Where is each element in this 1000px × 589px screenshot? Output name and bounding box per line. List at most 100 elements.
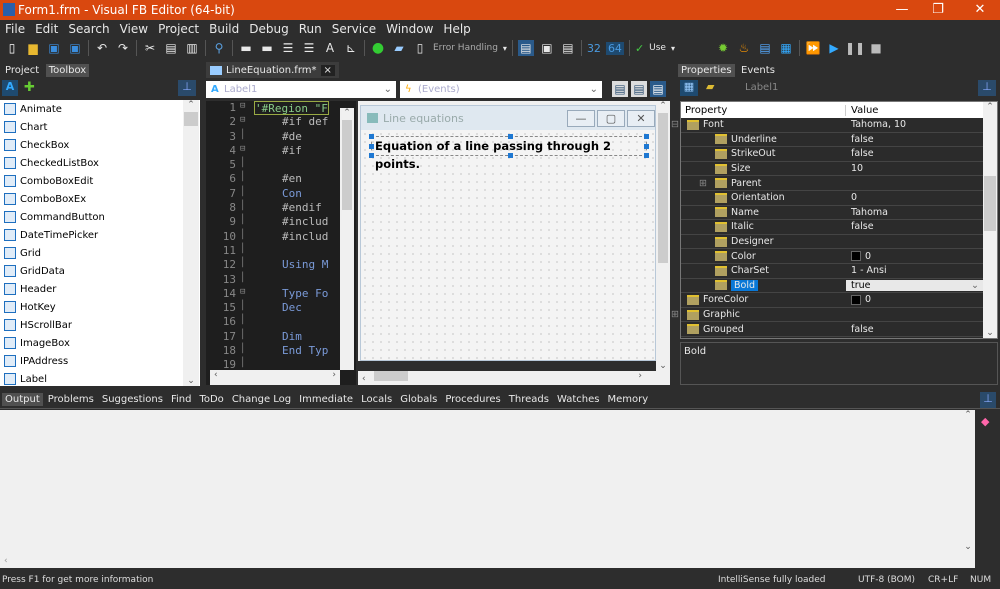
form-close-button[interactable]: ✕ bbox=[627, 110, 655, 127]
property-value-cell[interactable]: false bbox=[846, 324, 983, 335]
output-hscroll[interactable]: ‹ bbox=[4, 556, 8, 566]
property-grid[interactable]: Property Value ⊟ Font Tahoma, 10 Underline f… bbox=[671, 101, 998, 339]
form-icon[interactable]: ▤ bbox=[560, 40, 576, 56]
property-value-cell[interactable]: false bbox=[846, 148, 983, 159]
fold-marker[interactable]: ⊟ bbox=[240, 115, 254, 129]
run-icon[interactable]: ▶ bbox=[826, 40, 842, 56]
designer-hscroll[interactable]: ‹ › bbox=[358, 371, 656, 385]
toolbox-scrollbar[interactable]: ⌃ ⌄ bbox=[183, 100, 199, 386]
menu-project[interactable]: Project bbox=[153, 22, 204, 36]
puzzle-icon[interactable]: ✚ bbox=[24, 80, 35, 95]
gui-icon[interactable]: ▤ bbox=[517, 40, 534, 56]
menu-search[interactable]: Search bbox=[63, 22, 114, 36]
toolbox-item[interactable]: Chart bbox=[0, 118, 200, 136]
code-vscroll[interactable]: ⌃ bbox=[340, 108, 354, 370]
64-bit-button[interactable]: 64 bbox=[605, 41, 624, 55]
events-combo[interactable]: ϟ (Events) ⌄ bbox=[400, 81, 602, 98]
fold-marker[interactable]: ⊟ bbox=[240, 144, 254, 158]
toolbox-item[interactable]: Grid bbox=[0, 244, 200, 262]
tab-properties[interactable]: Properties bbox=[678, 64, 735, 77]
dropdown-arrow-icon[interactable]: ⌄ bbox=[971, 280, 979, 291]
format-icon[interactable]: A bbox=[322, 40, 338, 56]
expand-icon[interactable]: ⊞ bbox=[671, 309, 687, 320]
find-icon[interactable]: ⚲ bbox=[211, 40, 227, 56]
suggestions-icon[interactable]: ▰ bbox=[391, 40, 407, 56]
property-row-font[interactable]: ⊟ Font Tahoma, 10 bbox=[671, 118, 983, 133]
tab-project[interactable]: Project bbox=[2, 64, 42, 77]
form-maximize-button[interactable]: ▢ bbox=[597, 110, 625, 127]
syntax-check-icon[interactable]: ● bbox=[370, 40, 386, 56]
designer-vscroll[interactable]: ⌃ ⌄ bbox=[656, 101, 670, 371]
copy-icon[interactable]: ▤ bbox=[163, 40, 179, 56]
toolbox-item[interactable]: CheckedListBox bbox=[0, 154, 200, 172]
menu-debug[interactable]: Debug bbox=[244, 22, 293, 36]
property-value-cell[interactable]: 1 - Ansi bbox=[846, 265, 983, 276]
property-row-orientation[interactable]: Orientation 0 bbox=[681, 191, 983, 206]
form-view-icon[interactable]: ▤ bbox=[650, 81, 666, 97]
build-icon[interactable]: ▦ bbox=[778, 40, 794, 56]
property-row-strikeout[interactable]: StrikeOut false bbox=[681, 147, 983, 162]
new-file-icon[interactable]: ▯ bbox=[4, 40, 20, 56]
property-value-cell[interactable]: true ⌄ bbox=[846, 279, 983, 291]
tab-output[interactable]: Output bbox=[2, 393, 43, 406]
tab-problems[interactable]: Problems bbox=[45, 393, 97, 406]
property-value-cell[interactable]: false bbox=[846, 134, 983, 145]
toolbox-item[interactable]: ImageBox bbox=[0, 334, 200, 352]
property-row-color[interactable]: Color 0 bbox=[681, 249, 983, 264]
control-combo[interactable]: A Label1 ⌄ bbox=[206, 81, 396, 98]
tab-procedures[interactable]: Procedures bbox=[442, 393, 503, 406]
property-row-parent[interactable]: ⊞ Parent bbox=[681, 176, 983, 191]
property-value-cell[interactable]: false bbox=[846, 221, 983, 232]
close-button[interactable]: ✕ bbox=[962, 0, 998, 20]
toolbox-item[interactable]: CheckBox bbox=[0, 136, 200, 154]
property-value-cell[interactable]: Tahoma, 10 bbox=[846, 119, 983, 130]
pause-icon[interactable]: ❚❚ bbox=[845, 40, 865, 56]
property-row-forecolor[interactable]: ForeColor 0 bbox=[681, 293, 983, 308]
property-row-italic[interactable]: Italic false bbox=[681, 220, 983, 235]
indent-icon[interactable]: ☰ bbox=[280, 40, 296, 56]
categorized-icon[interactable]: ▦ bbox=[680, 80, 698, 96]
expand-icon[interactable]: ⊞ bbox=[699, 178, 715, 189]
output-vscroll[interactable]: ⌃ ⌄ bbox=[961, 410, 975, 568]
save-icon[interactable]: ▣ bbox=[46, 40, 62, 56]
collapse-icon[interactable]: ⊟ bbox=[671, 119, 687, 130]
tab-watches[interactable]: Watches bbox=[554, 393, 603, 406]
run-all-icon[interactable]: ⏩ bbox=[805, 40, 821, 56]
property-value-cell[interactable]: 0 bbox=[846, 294, 983, 305]
tab-globals[interactable]: Globals bbox=[397, 393, 440, 406]
error-handling-dropdown[interactable]: Error Handling bbox=[433, 43, 498, 53]
comment-icon[interactable]: ▬ bbox=[238, 40, 254, 56]
redo-icon[interactable]: ↷ bbox=[115, 40, 131, 56]
property-value-cell[interactable]: 0 bbox=[846, 251, 983, 262]
toolbox-item[interactable]: CommandButton bbox=[0, 208, 200, 226]
maximize-button[interactable]: ❐ bbox=[920, 0, 956, 20]
toolbox-item[interactable]: DateTimePicker bbox=[0, 226, 200, 244]
property-value-cell[interactable]: 0 bbox=[846, 192, 983, 203]
toolbox-item[interactable]: ComboBoxEx bbox=[0, 190, 200, 208]
menu-view[interactable]: View bbox=[115, 22, 153, 36]
tab-toolbox[interactable]: Toolbox bbox=[45, 64, 90, 77]
fire-icon[interactable]: ♨ bbox=[736, 40, 752, 56]
32-bit-button[interactable]: 32 bbox=[587, 42, 601, 55]
menu-run[interactable]: Run bbox=[294, 22, 327, 36]
undo-icon[interactable]: ↶ bbox=[94, 40, 110, 56]
tab-line-equation[interactable]: LineEquation.frm* × bbox=[206, 62, 339, 78]
form-window[interactable]: Line equations — ▢ ✕ Equation of a line … bbox=[360, 105, 656, 361]
property-row-bold[interactable]: Bold true ⌄ bbox=[681, 279, 983, 294]
toolbox-item[interactable]: Animate bbox=[0, 100, 200, 118]
output-panel[interactable]: ⌃ ⌄ ‹ bbox=[0, 410, 975, 568]
close-tab-icon[interactable]: × bbox=[320, 64, 335, 76]
eraser-icon[interactable]: ◆ bbox=[981, 415, 989, 428]
tab-immediate[interactable]: Immediate bbox=[296, 393, 356, 406]
menu-help[interactable]: Help bbox=[438, 22, 475, 36]
property-row-designer[interactable]: Designer bbox=[681, 235, 983, 250]
code-editor[interactable]: 1 ⊟ '#Region "F 2 ⊟ #if def 3 │ #de 4 ⊟ #if 5 │ 6 │ #… bbox=[206, 101, 356, 385]
toolbox-item[interactable]: GridData bbox=[0, 262, 200, 280]
text-mode-icon[interactable]: A bbox=[2, 80, 18, 96]
script-icon[interactable]: ▤ bbox=[757, 40, 773, 56]
tab-change-log[interactable]: Change Log bbox=[229, 393, 294, 406]
tab-todo[interactable]: ToDo bbox=[196, 393, 226, 406]
minimize-button[interactable]: — bbox=[884, 0, 920, 20]
menu-file[interactable]: File bbox=[0, 22, 30, 36]
use-dropdown[interactable]: Use bbox=[649, 43, 666, 53]
